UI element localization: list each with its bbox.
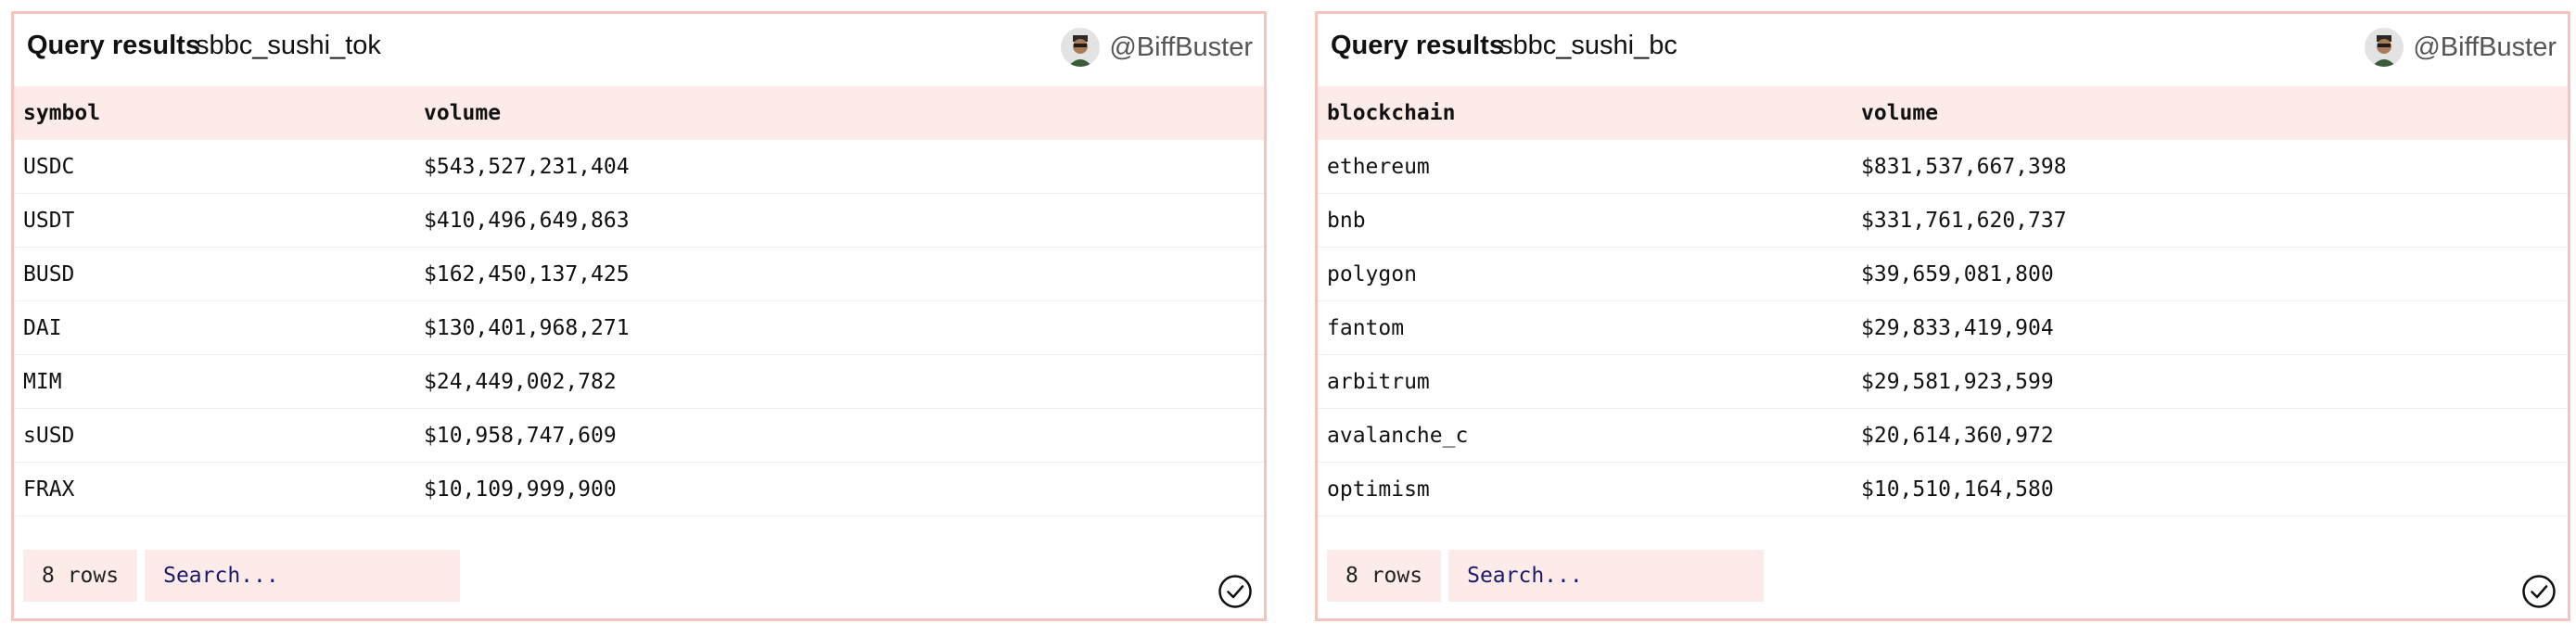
author[interactable]: @BiffBuster <box>1061 25 1253 70</box>
cell-volume: $543,527,231,404 <box>414 140 1264 194</box>
table-row: FRAX $10,109,999,900 <box>14 462 1264 516</box>
table-row: MIM $24,449,002,782 <box>14 354 1264 409</box>
cell-volume: $29,833,419,904 <box>1852 300 2568 355</box>
cell-blockchain: ethereum <box>1318 140 1852 194</box>
table-row: USDC $543,527,231,404 <box>14 140 1264 194</box>
user-avatar-icon <box>1061 28 1101 67</box>
cell-volume: $29,581,923,599 <box>1852 354 2568 409</box>
cell-volume: $39,659,081,800 <box>1852 247 2568 301</box>
table-row: fantom $29,833,419,904 <box>1318 300 2568 355</box>
cell-blockchain: polygon <box>1318 247 1852 301</box>
panel-header: Query results sbbc_sushi_bc @BiffBuster <box>1318 14 2568 88</box>
author-name: @BiffBuster <box>1109 32 1253 62</box>
table-row: BUSD $162,450,137,425 <box>14 247 1264 301</box>
cell-blockchain: arbitrum <box>1318 354 1852 409</box>
table-row: optimism $10,510,164,580 <box>1318 462 2568 516</box>
author[interactable]: @BiffBuster <box>2365 25 2557 70</box>
cell-blockchain: avalanche_c <box>1318 408 1852 463</box>
table-row: ethereum $831,537,667,398 <box>1318 140 2568 194</box>
search-input[interactable] <box>145 550 461 602</box>
panel-header: Query results sbbc_sushi_tok @BiffBuster <box>14 14 1264 88</box>
query-results-panel-blockchains: Query results sbbc_sushi_bc @BiffBuster … <box>1315 11 2570 621</box>
table-footer: 8 rows <box>1327 550 1765 602</box>
column-header[interactable]: blockchain <box>1318 86 1852 140</box>
cell-symbol: DAI <box>14 300 414 355</box>
user-avatar-icon <box>2365 28 2404 67</box>
query-name[interactable]: sbbc_sushi_tok <box>196 31 381 61</box>
query-results-panel-tokens: Query results sbbc_sushi_tok @BiffBuster… <box>11 11 1267 621</box>
cell-volume: $10,510,164,580 <box>1852 462 2568 516</box>
table-row: USDT $410,496,649,863 <box>14 193 1264 248</box>
cell-symbol: USDC <box>14 140 414 194</box>
cell-symbol: sUSD <box>14 408 414 463</box>
table-header-row: symbol volume <box>14 86 1264 140</box>
author-name: @BiffBuster <box>2413 32 2557 62</box>
search-input[interactable] <box>1448 550 1765 602</box>
cell-symbol: FRAX <box>14 462 414 516</box>
panel-title: Query results <box>27 31 200 60</box>
cell-volume: $10,958,747,609 <box>414 408 1264 463</box>
cell-volume: $20,614,360,972 <box>1852 408 2568 463</box>
table-row: sUSD $10,958,747,609 <box>14 408 1264 463</box>
cell-volume: $10,109,999,900 <box>414 462 1264 516</box>
cell-blockchain: optimism <box>1318 462 1852 516</box>
cell-volume: $831,537,667,398 <box>1852 140 2568 194</box>
cell-symbol: USDT <box>14 193 414 248</box>
cell-volume: $24,449,002,782 <box>414 354 1264 409</box>
table-row: avalanche_c $20,614,360,972 <box>1318 408 2568 463</box>
column-header[interactable]: volume <box>414 86 1264 140</box>
table-row: bnb $331,761,620,737 <box>1318 193 2568 248</box>
cell-volume: $130,401,968,271 <box>414 300 1264 355</box>
table-row: DAI $130,401,968,271 <box>14 300 1264 355</box>
table-row: arbitrum $29,581,923,599 <box>1318 354 2568 409</box>
table-row: polygon $39,659,081,800 <box>1318 247 2568 301</box>
cell-symbol: BUSD <box>14 247 414 301</box>
cell-volume: $331,761,620,737 <box>1852 193 2568 248</box>
table-header-row: blockchain volume <box>1318 86 2568 140</box>
column-header[interactable]: symbol <box>14 86 414 140</box>
row-count-badge: 8 rows <box>23 550 138 602</box>
panel-title: Query results <box>1331 31 1504 60</box>
results-table: blockchain volume ethereum $831,537,667,… <box>1318 86 2568 516</box>
check-circle-icon <box>2522 575 2556 608</box>
column-header[interactable]: volume <box>1852 86 2568 140</box>
results-table: symbol volume USDC $543,527,231,404 USDT… <box>14 86 1264 516</box>
row-count-badge: 8 rows <box>1327 550 1442 602</box>
table-footer: 8 rows <box>23 550 461 602</box>
cell-blockchain: bnb <box>1318 193 1852 248</box>
cell-blockchain: fantom <box>1318 300 1852 355</box>
cell-volume: $162,450,137,425 <box>414 247 1264 301</box>
check-circle-icon <box>1218 575 1252 608</box>
query-name[interactable]: sbbc_sushi_bc <box>1499 31 1677 61</box>
cell-volume: $410,496,649,863 <box>414 193 1264 248</box>
cell-symbol: MIM <box>14 354 414 409</box>
